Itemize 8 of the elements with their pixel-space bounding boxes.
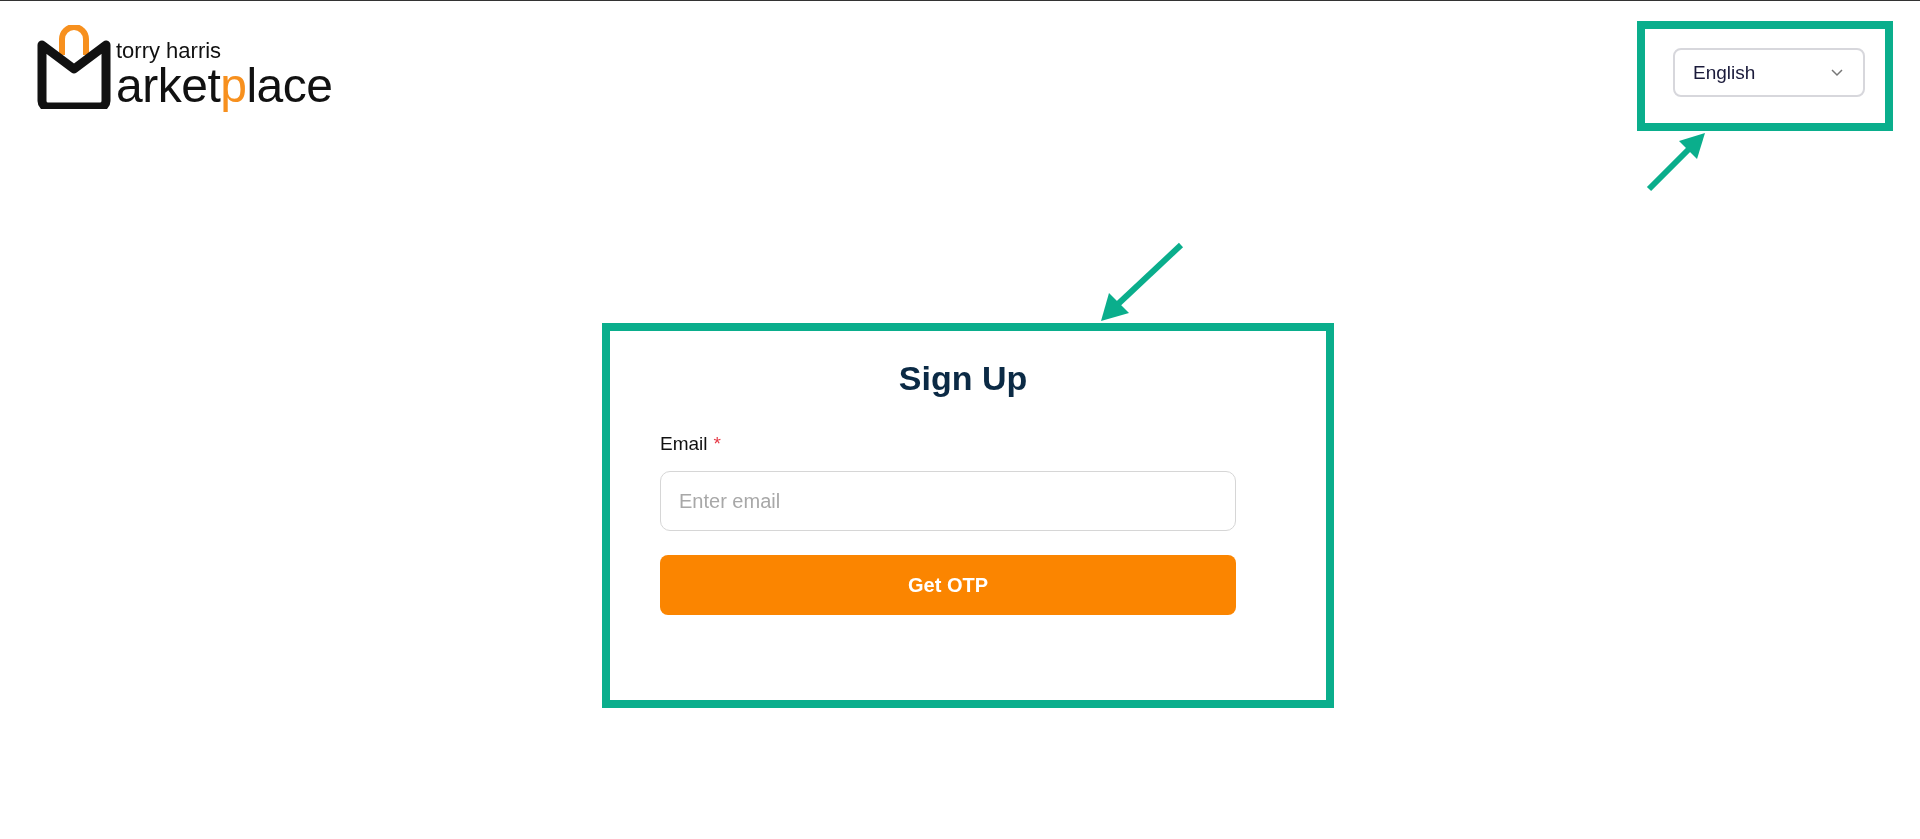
bag-logo-icon xyxy=(36,25,112,109)
required-mark: * xyxy=(713,433,721,455)
email-input[interactable]: Enter email xyxy=(660,471,1236,531)
form-title: Sign Up xyxy=(897,359,1029,398)
chevron-down-icon xyxy=(1831,68,1843,77)
email-label: Email xyxy=(660,433,708,455)
logo-tagline: torry harris xyxy=(116,39,223,63)
language-dropdown[interactable]: English xyxy=(1673,48,1865,97)
